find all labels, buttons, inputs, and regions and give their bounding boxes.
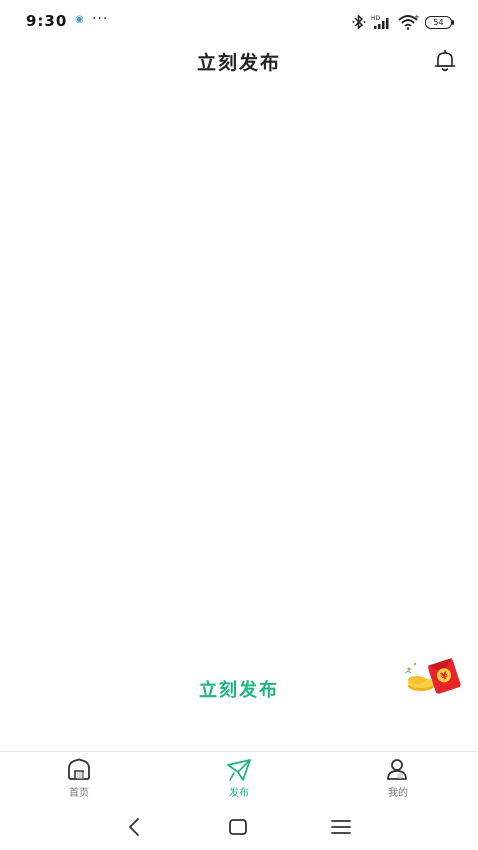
signal-icon: HD — [371, 15, 389, 29]
notification-more-icon: ··· — [92, 11, 109, 27]
tab-home-label: 首页 — [69, 788, 89, 799]
tab-publish[interactable]: 发布 — [199, 758, 279, 799]
page-header: 立刻发布 — [0, 44, 478, 80]
status-bar: 9:30 ◉ ··· HD + 54 — [0, 0, 478, 44]
bell-icon[interactable] — [432, 48, 458, 74]
wifi-icon: + — [398, 14, 420, 30]
system-nav-bar — [0, 805, 478, 850]
svg-text:+: + — [414, 14, 420, 21]
svg-text:HD: HD — [371, 15, 381, 22]
tab-home[interactable]: 首页 — [39, 758, 119, 799]
send-icon — [227, 759, 251, 781]
tab-profile[interactable]: 我的 — [358, 758, 438, 799]
page-title: 立刻发布 — [196, 52, 281, 74]
bluetooth-icon — [352, 14, 366, 30]
location-icon: ◉ — [75, 14, 84, 25]
red-envelope-icon[interactable]: ¥ — [403, 655, 465, 697]
back-icon[interactable] — [122, 815, 146, 839]
status-icons: HD + 54 — [352, 12, 454, 32]
tab-publish-label: 发布 — [229, 788, 249, 799]
battery-icon: 54 — [425, 15, 454, 29]
menu-icon[interactable] — [329, 815, 353, 839]
profile-icon — [387, 759, 407, 780]
tab-profile-label: 我的 — [388, 788, 408, 799]
home-icon — [68, 758, 90, 780]
home-square-icon[interactable] — [226, 815, 250, 839]
status-time: 9:30 — [26, 12, 68, 30]
bottom-tab-bar: 首页 发布 我的 — [0, 751, 478, 802]
